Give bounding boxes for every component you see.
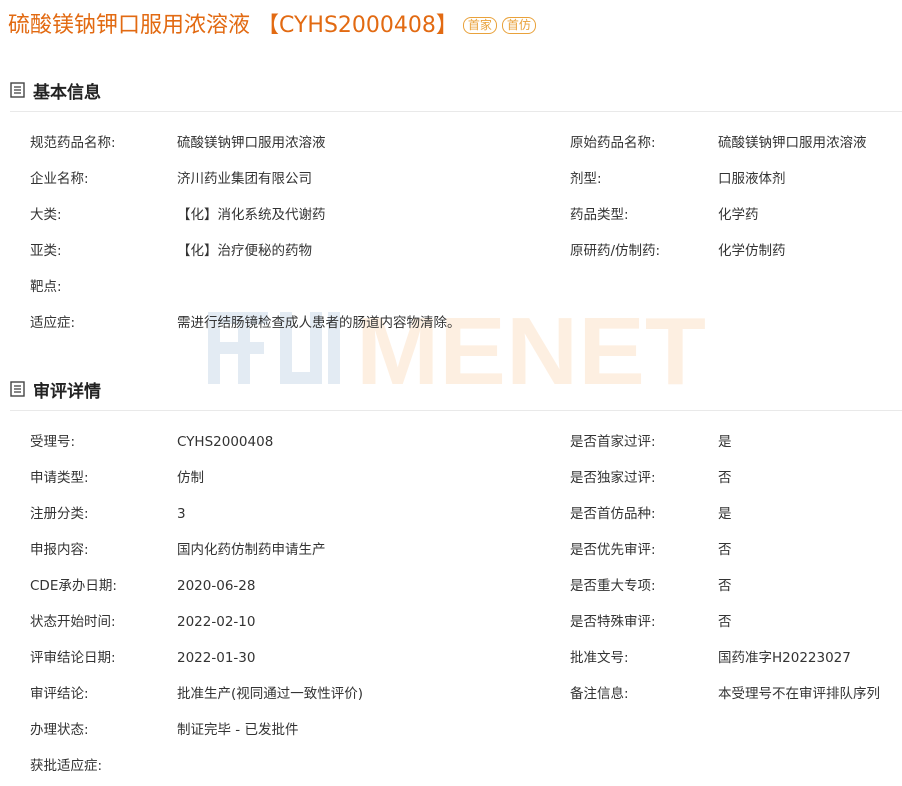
field-label: 原始药品名称: bbox=[570, 135, 656, 151]
info-row: 大类: 【化】消化系统及代谢药 药品类型: 化学药 bbox=[0, 197, 902, 233]
field-label: 是否首家过评: bbox=[570, 434, 656, 450]
field-label: 审评结论: bbox=[30, 686, 89, 702]
info-row: CDE承办日期: 2020-06-28 是否重大专项: 否 bbox=[0, 568, 902, 604]
badge-first-generic: 首仿 bbox=[501, 16, 536, 34]
field-label: 申请类型: bbox=[30, 470, 89, 486]
info-row: 注册分类: 3 是否首仿品种: 是 bbox=[0, 496, 902, 532]
field-value: 仿制 bbox=[177, 470, 204, 486]
field-value: 2022-01-30 bbox=[177, 650, 256, 666]
field-label: 办理状态: bbox=[30, 722, 89, 738]
field-value: 【化】治疗便秘的药物 bbox=[177, 243, 312, 259]
document-list-icon bbox=[10, 381, 25, 397]
field-label: 注册分类: bbox=[30, 506, 89, 522]
field-label: 规范药品名称: bbox=[30, 135, 116, 151]
field-label: 是否重大专项: bbox=[570, 578, 656, 594]
field-value: 制证完毕 - 已发批件 bbox=[177, 722, 299, 738]
field-label: 原研药/仿制药: bbox=[570, 243, 661, 259]
info-row: 申请类型: 仿制 是否独家过评: 否 bbox=[0, 460, 902, 496]
field-value: 是 bbox=[718, 506, 732, 522]
basic-info-header: 基本信息 bbox=[10, 76, 101, 104]
field-label: 申报内容: bbox=[30, 542, 89, 558]
field-label: 是否特殊审评: bbox=[570, 614, 656, 630]
field-value: 批准生产(视同通过一致性评价) bbox=[177, 686, 364, 702]
field-label: 大类: bbox=[30, 207, 62, 223]
page-title: 硫酸镁钠钾口服用浓溶液 【CYHS2000408】 bbox=[8, 13, 458, 38]
field-label: 受理号: bbox=[30, 434, 76, 450]
field-label: 状态开始时间: bbox=[30, 614, 116, 630]
field-value: 否 bbox=[718, 470, 732, 486]
basic-info-divider bbox=[10, 111, 902, 112]
info-row: 状态开始时间: 2022-02-10 是否特殊审评: 否 bbox=[0, 604, 902, 640]
field-value: 硫酸镁钠钾口服用浓溶液 bbox=[177, 135, 326, 151]
info-row: 获批适应症: bbox=[0, 748, 902, 784]
field-value: 口服液体剂 bbox=[718, 171, 786, 187]
info-row: 受理号: CYHS2000408 是否首家过评: 是 bbox=[0, 424, 902, 460]
field-value: 硫酸镁钠钾口服用浓溶液 bbox=[718, 135, 867, 151]
info-row: 企业名称: 济川药业集团有限公司 剂型: 口服液体剂 bbox=[0, 161, 902, 197]
field-label: 剂型: bbox=[570, 171, 602, 187]
info-row: 申报内容: 国内化药仿制药申请生产 是否优先审评: 否 bbox=[0, 532, 902, 568]
field-label: 企业名称: bbox=[30, 171, 89, 187]
field-value: 否 bbox=[718, 614, 732, 630]
field-value: 化学仿制药 bbox=[718, 243, 786, 259]
review-details-divider bbox=[10, 410, 902, 411]
field-value: 济川药业集团有限公司 bbox=[177, 171, 312, 187]
field-label: 是否优先审评: bbox=[570, 542, 656, 558]
info-row: 规范药品名称: 硫酸镁钠钾口服用浓溶液 原始药品名称: 硫酸镁钠钾口服用浓溶液 bbox=[0, 125, 902, 161]
field-value: 2022-02-10 bbox=[177, 614, 256, 630]
info-row: 评审结论日期: 2022-01-30 批准文号: 国药准字H20223027 bbox=[0, 640, 902, 676]
field-label: 药品类型: bbox=[570, 207, 629, 223]
field-value: 国药准字H20223027 bbox=[718, 650, 851, 666]
field-label: 评审结论日期: bbox=[30, 650, 116, 666]
field-label: 获批适应症: bbox=[30, 758, 103, 774]
field-label: 靶点: bbox=[30, 279, 62, 295]
field-label: 备注信息: bbox=[570, 686, 629, 702]
review-details-title: 审评详情 bbox=[33, 381, 101, 402]
basic-info-title: 基本信息 bbox=[33, 82, 101, 103]
field-value: 是 bbox=[718, 434, 732, 450]
field-value: 3 bbox=[177, 506, 186, 522]
field-label: 是否独家过评: bbox=[570, 470, 656, 486]
field-value: CYHS2000408 bbox=[177, 434, 274, 450]
field-label: 适应症: bbox=[30, 315, 76, 331]
info-row: 适应症: 需进行结肠镜检查成人患者的肠道内容物清除。 bbox=[0, 305, 902, 341]
field-label: 亚类: bbox=[30, 243, 62, 259]
info-row: 办理状态: 制证完毕 - 已发批件 bbox=[0, 712, 902, 748]
field-value: 国内化药仿制药申请生产 bbox=[177, 542, 326, 558]
field-value: 否 bbox=[718, 578, 732, 594]
field-value: 需进行结肠镜检查成人患者的肠道内容物清除。 bbox=[177, 315, 461, 331]
field-value: 否 bbox=[718, 542, 732, 558]
document-list-icon bbox=[10, 82, 25, 98]
info-row: 审评结论: 批准生产(视同通过一致性评价) 备注信息: 本受理号不在审评排队序列 bbox=[0, 676, 902, 712]
page-title-bar: 硫酸镁钠钾口服用浓溶液 【CYHS2000408】 首家 首仿 bbox=[8, 6, 536, 40]
field-value: 化学药 bbox=[718, 207, 759, 223]
field-label: CDE承办日期: bbox=[30, 578, 117, 594]
badge-first-company: 首家 bbox=[462, 16, 497, 34]
review-details-header: 审评详情 bbox=[10, 375, 101, 403]
field-value: 2020-06-28 bbox=[177, 578, 256, 594]
field-label: 是否首仿品种: bbox=[570, 506, 656, 522]
field-label: 批准文号: bbox=[570, 650, 629, 666]
field-value: 本受理号不在审评排队序列 bbox=[718, 686, 880, 702]
field-value: 【化】消化系统及代谢药 bbox=[177, 207, 326, 223]
info-row: 亚类: 【化】治疗便秘的药物 原研药/仿制药: 化学仿制药 bbox=[0, 233, 902, 269]
info-row: 靶点: bbox=[0, 269, 902, 305]
